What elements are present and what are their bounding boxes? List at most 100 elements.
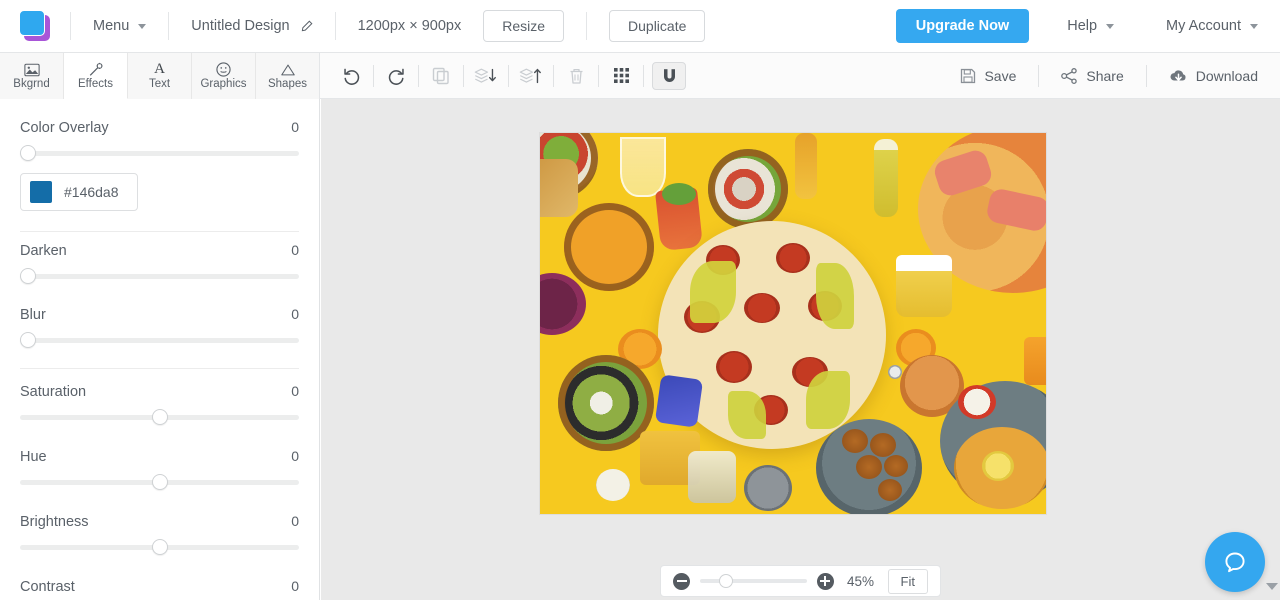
resize-button[interactable]: Resize <box>483 10 565 42</box>
hue-slider[interactable] <box>20 474 299 490</box>
tab-text[interactable]: A Text <box>128 53 192 99</box>
food-beer-bottle-1 <box>795 133 817 199</box>
overlay-color-picker[interactable]: #146da8 <box>20 173 138 211</box>
zoom-out-button[interactable] <box>673 572 690 590</box>
scroll-down-caret-icon[interactable] <box>1266 583 1278 590</box>
effects-panel: Color Overlay 0 #146da8 Darken 0 Blur 0 … <box>0 99 320 600</box>
panel-divider <box>20 368 299 369</box>
zoom-in-button[interactable] <box>816 572 834 590</box>
download-button[interactable]: Download <box>1147 53 1280 98</box>
triangle-icon <box>280 62 296 77</box>
darken-slider[interactable] <box>20 268 299 284</box>
logo-square-blue <box>19 10 45 36</box>
pencil-icon[interactable] <box>300 20 313 33</box>
edit-tools: Save Share Download <box>321 53 1280 98</box>
control-value: 0 <box>291 578 299 594</box>
food-dip-bowl-left <box>596 469 630 501</box>
chevron-down-icon <box>1106 23 1115 29</box>
control-label: Saturation <box>20 384 87 400</box>
food-falafel-ball <box>878 479 902 501</box>
help-menu-label: Help <box>1067 18 1098 34</box>
control-color-overlay: Color Overlay 0 #146da8 <box>20 119 299 211</box>
slider-thumb[interactable] <box>20 268 36 284</box>
control-header: Saturation 0 <box>20 383 299 400</box>
control-label: Hue <box>20 449 47 465</box>
smiley-icon <box>216 62 231 77</box>
control-header: Brightness 0 <box>20 513 299 530</box>
chevron-down-icon <box>1250 23 1258 29</box>
food-purple-plate <box>540 273 586 335</box>
tab-graphics[interactable]: Graphics <box>192 53 256 99</box>
account-menu-label: My Account <box>1166 18 1241 34</box>
redo-button[interactable] <box>374 53 418 98</box>
color-overlay-slider[interactable] <box>20 145 299 161</box>
snap-toggle-button[interactable] <box>652 61 686 90</box>
account-menu[interactable]: My Account <box>1140 0 1280 53</box>
share-button[interactable]: Share <box>1039 53 1145 98</box>
send-backward-button[interactable] <box>464 53 508 98</box>
control-header: Blur 0 <box>20 306 299 323</box>
help-chat-button[interactable] <box>1205 532 1265 592</box>
app-root: Menu Untitled Design 1200px × 900px Resi… <box>0 0 1280 600</box>
control-header: Color Overlay 0 <box>20 119 299 136</box>
zoom-slider-thumb[interactable] <box>719 574 734 588</box>
slider-thumb[interactable] <box>20 145 36 161</box>
app-logo[interactable] <box>0 0 70 53</box>
food-beer-glass <box>896 255 952 317</box>
food-blue-coaster <box>654 374 704 428</box>
control-value: 0 <box>291 513 299 529</box>
design-title[interactable]: Untitled Design <box>169 0 334 53</box>
food-wine-glass <box>620 137 666 197</box>
slider-track <box>20 338 299 343</box>
tab-graphics-label: Graphics <box>200 78 247 90</box>
tab-shapes-label: Shapes <box>267 78 307 90</box>
design-canvas[interactable] <box>540 133 1046 514</box>
slider-thumb[interactable] <box>151 539 168 555</box>
dimensions-label: 1200px × 900px <box>357 18 462 34</box>
save-button[interactable]: Save <box>938 53 1038 98</box>
slider-thumb[interactable] <box>151 409 168 425</box>
duplicate-button[interactable]: Duplicate <box>609 10 706 42</box>
zoom-fit-button[interactable]: Fit <box>887 568 928 594</box>
upgrade-now-button[interactable]: Upgrade Now <box>895 9 1030 43</box>
control-value: 0 <box>291 242 299 258</box>
canvas-dimensions: 1200px × 900px <box>336 0 484 53</box>
slider-thumb[interactable] <box>151 474 168 490</box>
layers-up-icon <box>519 68 541 83</box>
food-falafel-ball <box>870 433 896 457</box>
control-label: Blur <box>20 307 46 323</box>
delete-button[interactable] <box>554 53 598 98</box>
brightness-slider[interactable] <box>20 539 299 555</box>
canvas-workspace[interactable]: 45% Fit <box>321 99 1280 600</box>
control-label: Color Overlay <box>20 120 109 136</box>
redo-icon <box>388 68 404 85</box>
tab-shapes[interactable]: Shapes <box>256 53 320 99</box>
bring-forward-button[interactable] <box>509 53 553 98</box>
control-label: Brightness <box>20 514 89 530</box>
control-darken: Darken 0 <box>20 242 299 284</box>
blur-slider[interactable] <box>20 332 299 348</box>
saturation-slider[interactable] <box>20 409 299 425</box>
magic-wand-icon <box>88 62 104 77</box>
tab-effects[interactable]: Effects <box>64 53 128 99</box>
food-falafel-ball <box>856 455 882 479</box>
slider-track <box>20 274 299 279</box>
panel-tabs: Bkgrnd Effects A Text Graphics Shapes <box>0 53 320 99</box>
control-header: Hue 0 <box>20 448 299 465</box>
zoom-slider[interactable] <box>700 574 807 588</box>
duplicate-layer-button[interactable] <box>419 53 463 98</box>
chevron-down-icon <box>138 23 147 29</box>
slider-thumb[interactable] <box>20 332 36 348</box>
tab-bkgrnd[interactable]: Bkgrnd <box>0 53 64 99</box>
food-glass-bottom <box>744 465 792 511</box>
help-menu[interactable]: Help <box>1029 0 1140 53</box>
undo-button[interactable] <box>329 53 373 98</box>
menu-button[interactable]: Menu <box>71 0 168 53</box>
zoom-slider-track <box>700 579 807 583</box>
grid-button[interactable] <box>599 53 643 98</box>
food-bottle-bottom <box>688 451 736 503</box>
tab-bkgrnd-label: Bkgrnd <box>13 78 50 90</box>
image-icon <box>23 62 40 77</box>
food-falafel-ball <box>884 455 908 477</box>
food-lemon-slice <box>982 451 1014 481</box>
